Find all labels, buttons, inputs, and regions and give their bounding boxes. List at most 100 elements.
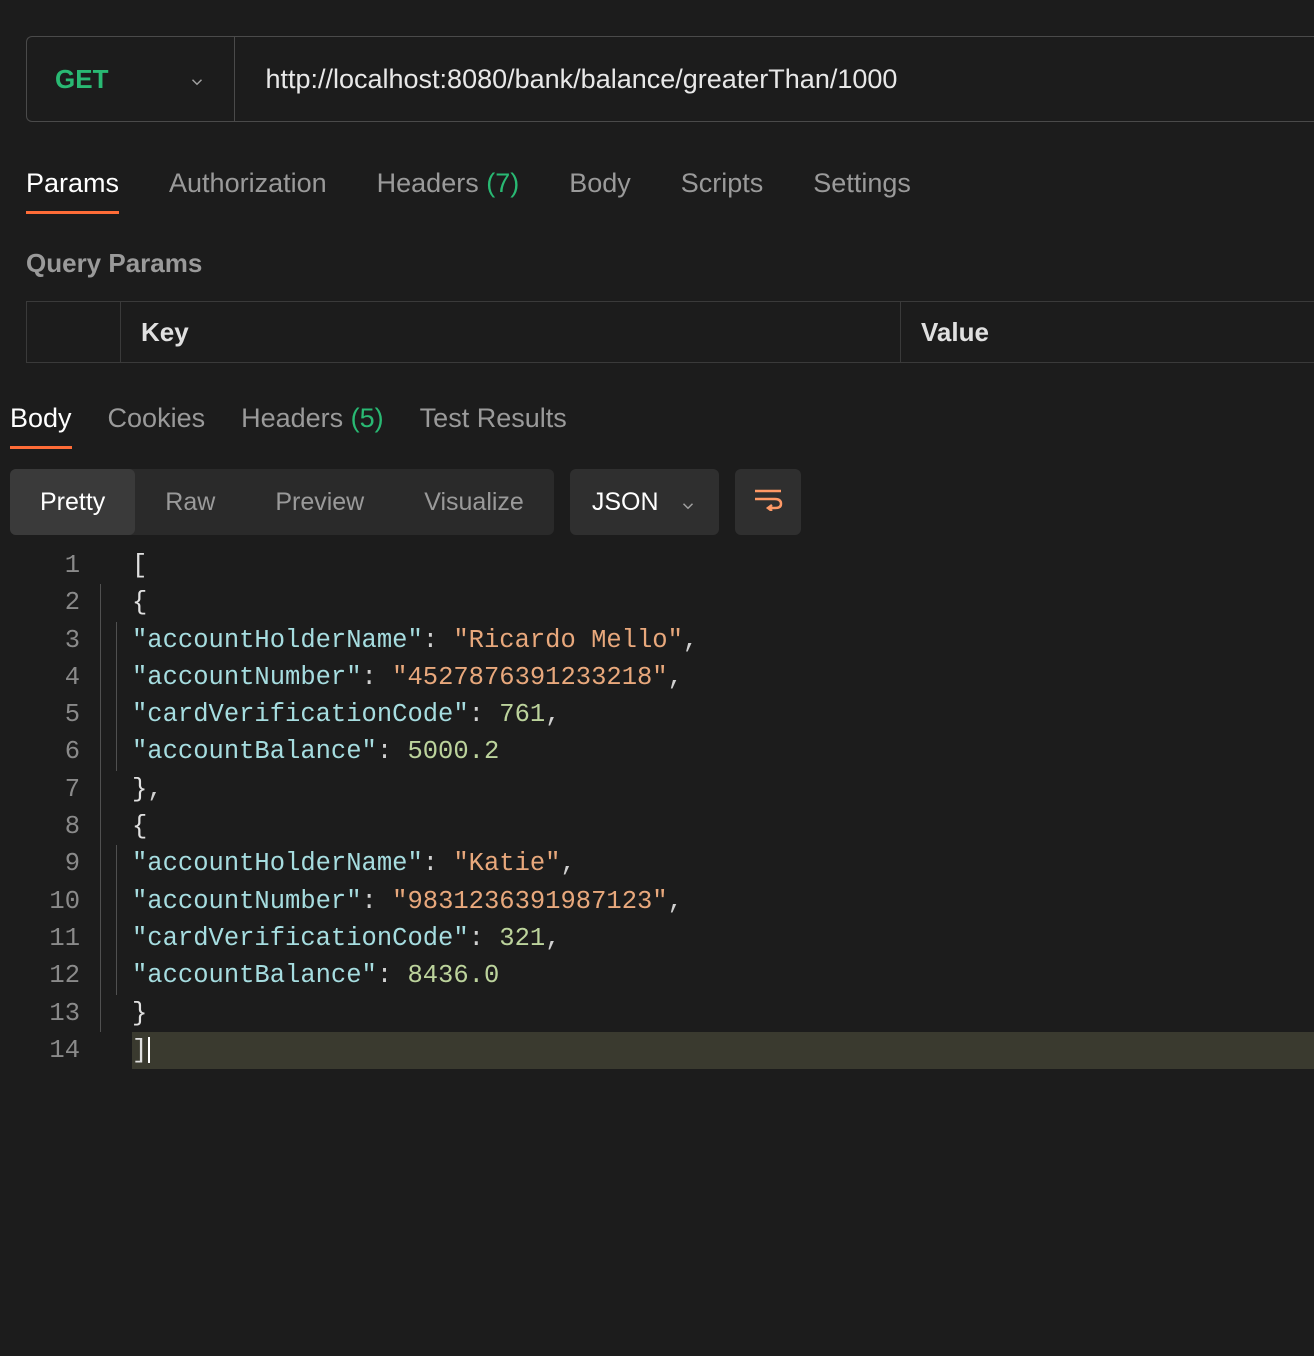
line-number: 11 xyxy=(0,920,100,957)
indent-guide xyxy=(116,659,132,696)
query-params-table: Key Value xyxy=(26,301,1314,363)
response-tab-test-results[interactable]: Test Results xyxy=(420,403,567,449)
tab-settings[interactable]: Settings xyxy=(813,168,911,214)
indent-guide xyxy=(100,995,116,1032)
line-number: 2 xyxy=(0,584,100,621)
indent-guide xyxy=(100,733,116,770)
response-format-label: JSON xyxy=(592,488,659,517)
line-number: 1 xyxy=(0,547,100,584)
line-number: 5 xyxy=(0,696,100,733)
chevron-down-icon xyxy=(679,493,697,511)
line-content: "accountNumber": "4527876391233218", xyxy=(132,659,1314,696)
line-content: "accountBalance": 5000.2 xyxy=(132,733,1314,770)
indent-guide xyxy=(100,957,116,994)
line-number: 10 xyxy=(0,883,100,920)
http-method-label: GET xyxy=(55,64,108,95)
indent-guide xyxy=(100,771,116,808)
query-params-checkbox-header xyxy=(27,302,121,362)
line-content: "accountHolderName": "Katie", xyxy=(132,845,1314,882)
indent-guide xyxy=(116,845,132,882)
line-number: 14 xyxy=(0,1032,100,1069)
line-content: ] xyxy=(132,1032,1314,1069)
code-line: 6 "accountBalance": 5000.2 xyxy=(0,733,1314,770)
line-content: }, xyxy=(132,771,1314,808)
request-url-input[interactable]: http://localhost:8080/bank/balance/great… xyxy=(235,37,1314,121)
tab-headers[interactable]: Headers (7) xyxy=(377,168,520,214)
tab-params[interactable]: Params xyxy=(26,168,119,214)
query-params-value-header: Value xyxy=(901,302,1314,362)
line-content: { xyxy=(132,584,1314,621)
wrap-icon xyxy=(753,487,783,518)
line-number: 4 xyxy=(0,659,100,696)
indent-guide xyxy=(100,622,116,659)
tab-body[interactable]: Body xyxy=(569,168,631,214)
line-content: [ xyxy=(132,547,1314,584)
wrap-lines-button[interactable] xyxy=(735,469,801,535)
code-line: 4 "accountNumber": "4527876391233218", xyxy=(0,659,1314,696)
indent-guide xyxy=(100,920,116,957)
response-tab-headers-count: (5) xyxy=(351,403,384,433)
response-tab-cookies[interactable]: Cookies xyxy=(108,403,206,449)
line-number: 7 xyxy=(0,771,100,808)
line-content: "accountNumber": "9831236391987123", xyxy=(132,883,1314,920)
http-method-dropdown[interactable]: GET xyxy=(27,37,235,121)
code-line: 14] xyxy=(0,1032,1314,1069)
response-tab-body[interactable]: Body xyxy=(10,403,72,449)
line-content: { xyxy=(132,808,1314,845)
line-number: 6 xyxy=(0,733,100,770)
indent-guide xyxy=(100,584,116,621)
indent-guide xyxy=(116,622,132,659)
view-pretty-button[interactable]: Pretty xyxy=(10,469,135,535)
indent-guide xyxy=(100,845,116,882)
line-content: "accountBalance": 8436.0 xyxy=(132,957,1314,994)
code-line: 7}, xyxy=(0,771,1314,808)
tab-headers-count: (7) xyxy=(486,168,519,198)
code-line: 1[ xyxy=(0,547,1314,584)
response-tab-headers-label: Headers xyxy=(241,403,343,433)
code-line: 10 "accountNumber": "9831236391987123", xyxy=(0,883,1314,920)
line-content: } xyxy=(132,995,1314,1032)
line-number: 3 xyxy=(0,622,100,659)
tab-headers-label: Headers xyxy=(377,168,479,198)
code-line: 9 "accountHolderName": "Katie", xyxy=(0,845,1314,882)
code-line: 13} xyxy=(0,995,1314,1032)
line-content: "accountHolderName": "Ricardo Mello", xyxy=(132,622,1314,659)
line-number: 12 xyxy=(0,957,100,994)
line-content: "cardVerificationCode": 321, xyxy=(132,920,1314,957)
response-tabs: Body Cookies Headers (5) Test Results xyxy=(0,363,1314,449)
indent-guide xyxy=(100,696,116,733)
view-raw-button[interactable]: Raw xyxy=(135,469,245,535)
view-visualize-button[interactable]: Visualize xyxy=(394,469,554,535)
indent-guide xyxy=(116,696,132,733)
response-format-dropdown[interactable]: JSON xyxy=(570,469,719,535)
indent-guide xyxy=(100,883,116,920)
text-cursor xyxy=(148,1037,150,1063)
view-preview-button[interactable]: Preview xyxy=(245,469,394,535)
query-params-key-header: Key xyxy=(121,302,901,362)
response-body-code[interactable]: 1[2{3"accountHolderName": "Ricardo Mello… xyxy=(0,547,1314,1069)
indent-guide xyxy=(116,920,132,957)
request-tabs: Params Authorization Headers (7) Body Sc… xyxy=(0,122,1314,214)
line-number: 8 xyxy=(0,808,100,845)
code-line: 3 "accountHolderName": "Ricardo Mello", xyxy=(0,622,1314,659)
line-number: 13 xyxy=(0,995,100,1032)
tab-scripts[interactable]: Scripts xyxy=(681,168,764,214)
indent-guide xyxy=(116,733,132,770)
indent-guide xyxy=(100,659,116,696)
code-line: 2{ xyxy=(0,584,1314,621)
code-line: 8{ xyxy=(0,808,1314,845)
indent-guide xyxy=(116,957,132,994)
indent-guide xyxy=(116,883,132,920)
code-line: 11 "cardVerificationCode": 321, xyxy=(0,920,1314,957)
response-tab-headers[interactable]: Headers (5) xyxy=(241,403,384,449)
code-line: 5 "cardVerificationCode": 761, xyxy=(0,696,1314,733)
request-url-bar: GET http://localhost:8080/bank/balance/g… xyxy=(26,36,1314,122)
line-content: "cardVerificationCode": 761, xyxy=(132,696,1314,733)
response-view-toolbar: Pretty Raw Preview Visualize JSON xyxy=(0,449,1314,535)
chevron-down-icon xyxy=(188,70,206,88)
line-number: 9 xyxy=(0,845,100,882)
indent-guide xyxy=(100,808,116,845)
query-params-heading: Query Params xyxy=(0,214,1314,301)
tab-authorization[interactable]: Authorization xyxy=(169,168,327,214)
view-mode-segment: Pretty Raw Preview Visualize xyxy=(10,469,554,535)
